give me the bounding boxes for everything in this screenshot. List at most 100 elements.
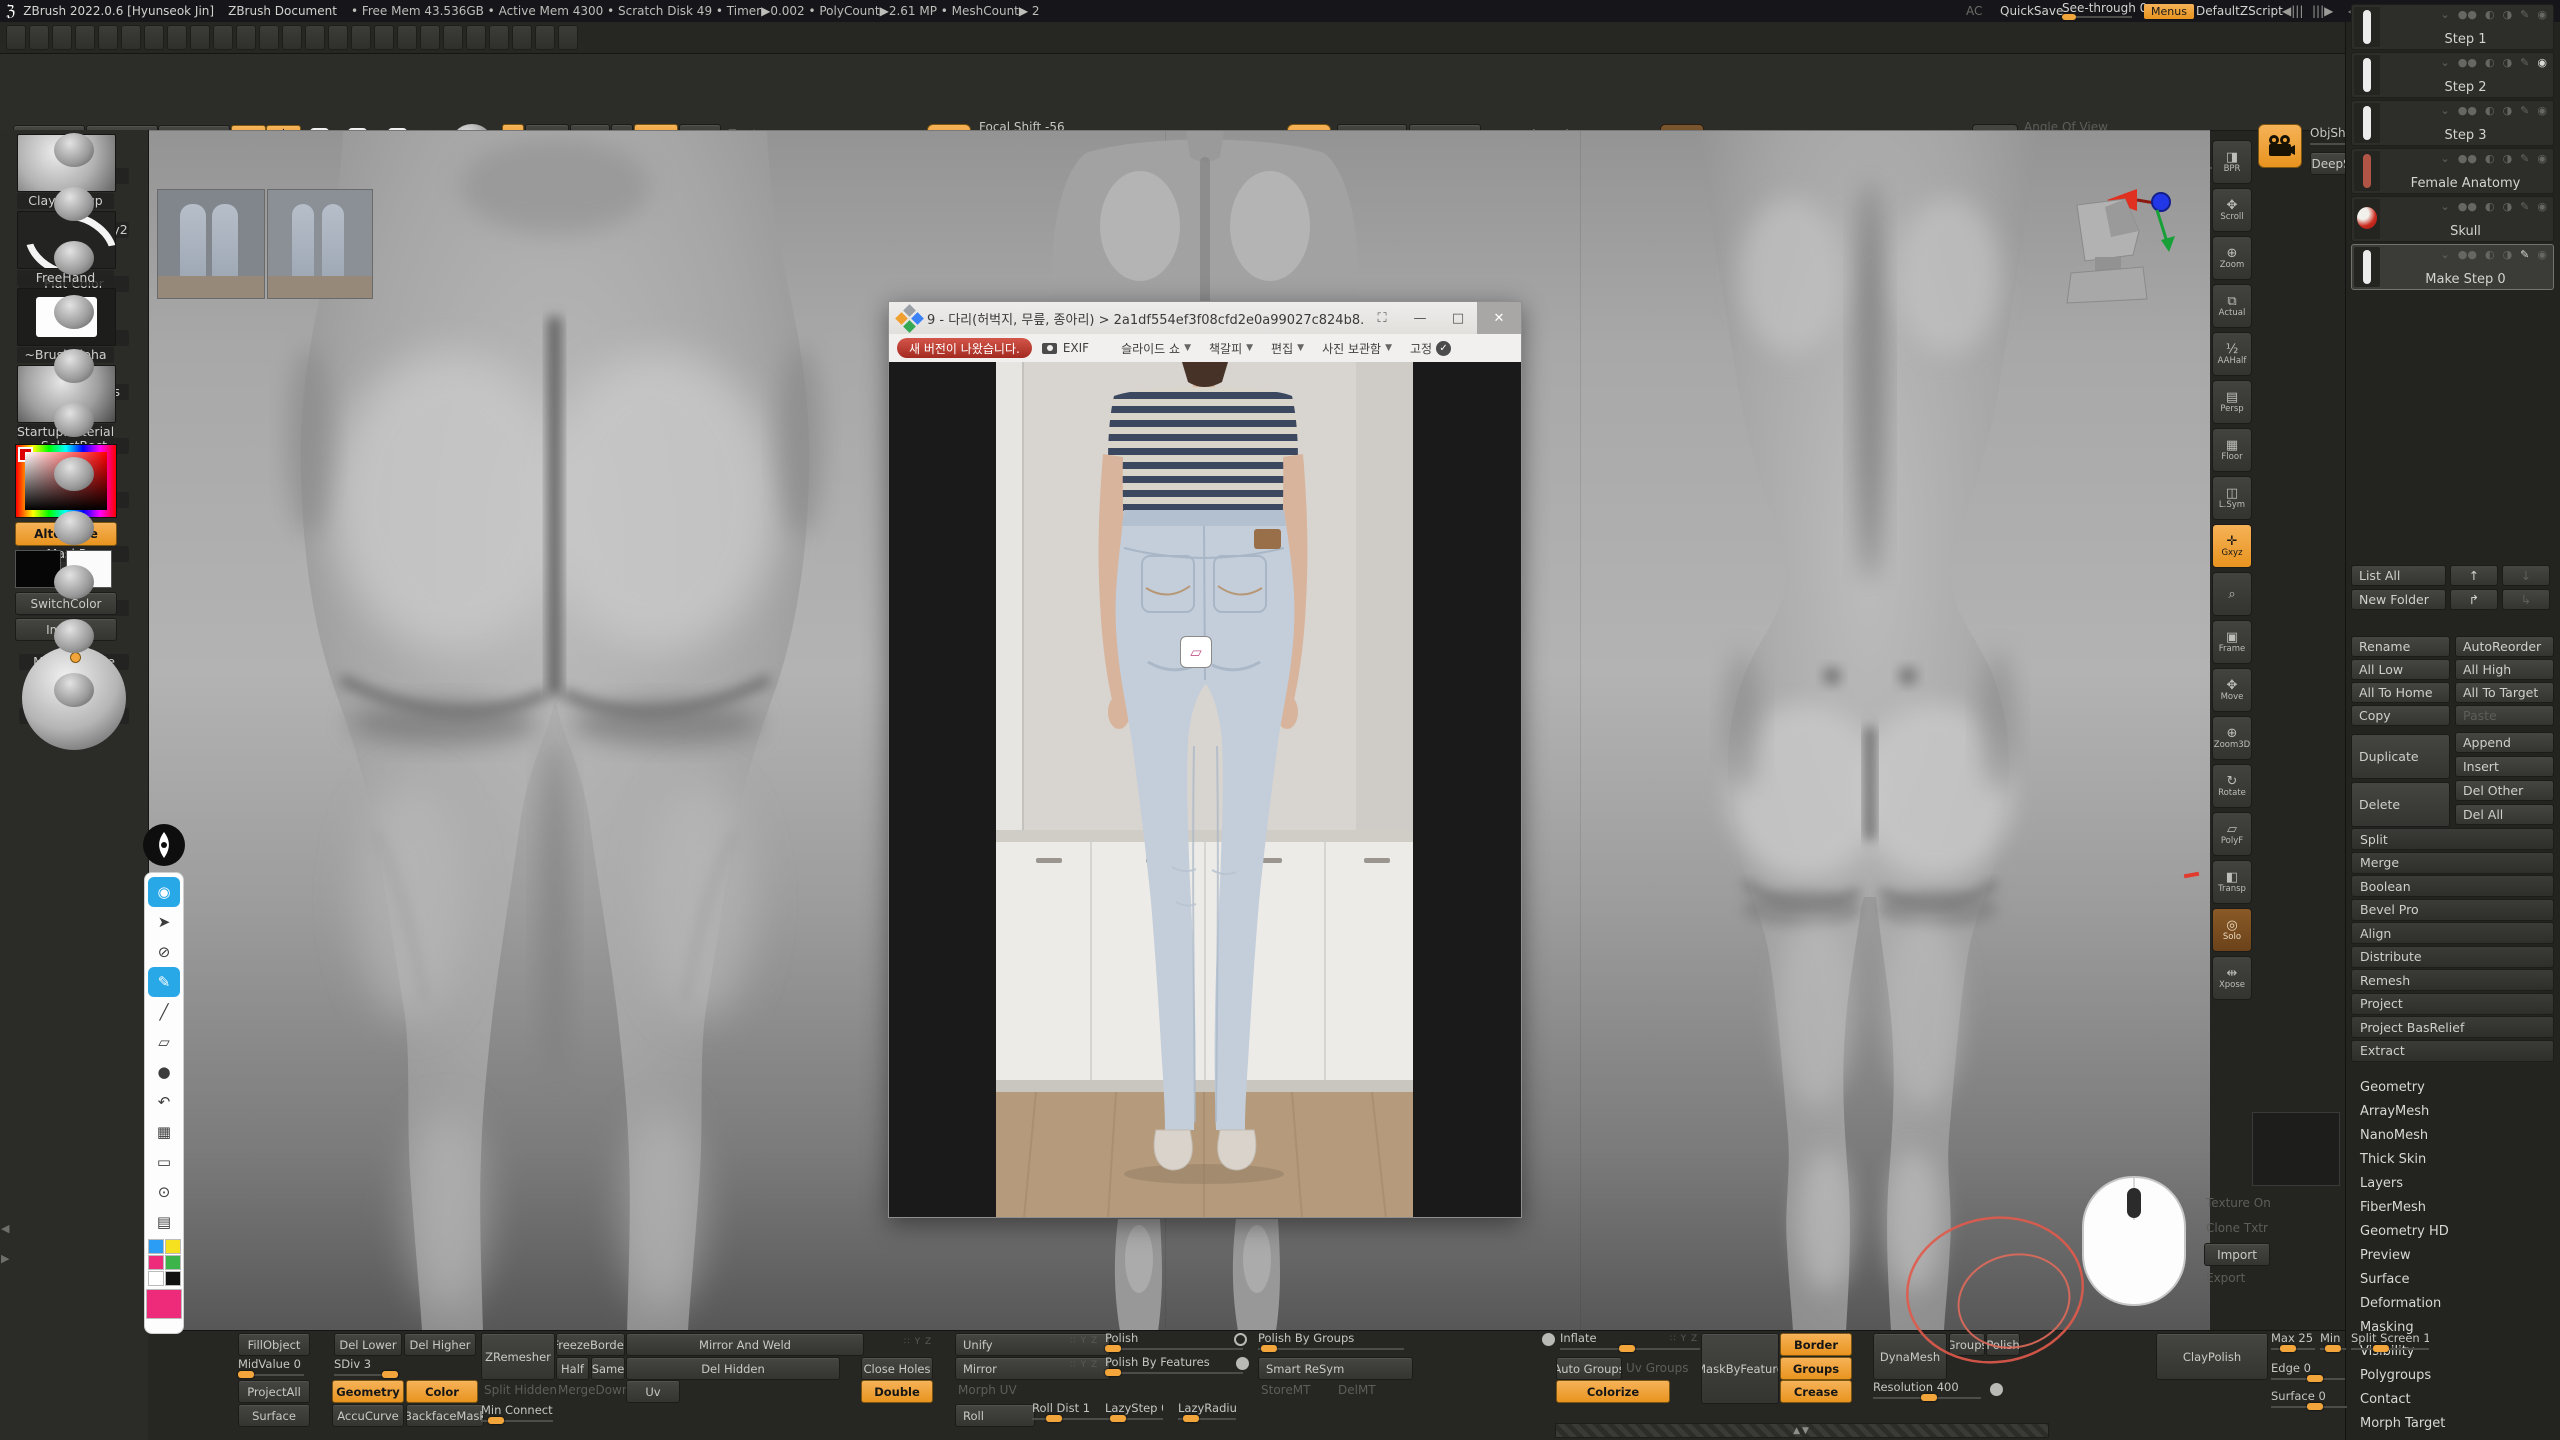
xyz-axis-toggle[interactable]: ∷ Y Z <box>1670 1334 1698 1344</box>
color-swatch[interactable] <box>165 1239 181 1254</box>
store-mt-button[interactable]: StoreMT <box>1261 1383 1310 1397</box>
menu-item[interactable] <box>489 25 509 50</box>
shelf-button[interactable]: ✥ Move <box>2212 668 2252 712</box>
accucurve-button[interactable]: AccuCurve <box>332 1404 404 1427</box>
border-toggle[interactable]: Border <box>1780 1333 1852 1356</box>
viewer-photo-area[interactable] <box>889 362 1521 1217</box>
clone-txtr-button[interactable]: Clone Txtr <box>2206 1221 2268 1235</box>
min-connected-slider[interactable]: Min Connected I <box>481 1403 553 1422</box>
menu-item[interactable] <box>6 25 26 50</box>
close-holes-button[interactable]: Close Holes <box>861 1357 933 1380</box>
menu-item[interactable] <box>558 25 578 50</box>
menu-item[interactable] <box>144 25 164 50</box>
section-button[interactable]: Project BasRelief <box>2351 1016 2554 1038</box>
texture-on-button[interactable]: Texture On <box>2206 1196 2271 1210</box>
annotation-tool-button[interactable]: ⊘ <box>148 937 180 967</box>
halftone-icon[interactable]: ◐ <box>2485 152 2495 165</box>
menu-item[interactable] <box>75 25 95 50</box>
del-hidden-button[interactable]: Del Hidden <box>626 1357 840 1380</box>
menu-item[interactable] <box>420 25 440 50</box>
contrast-icon[interactable]: ◑ <box>2503 152 2513 165</box>
insert-button[interactable]: Insert <box>2455 756 2554 777</box>
palette-header[interactable]: ArrayMesh <box>2360 1104 2429 1119</box>
halftone-icon[interactable]: ◐ <box>2485 200 2495 213</box>
menu-item[interactable] <box>213 25 233 50</box>
menus-button[interactable]: Menus <box>2144 4 2194 19</box>
collapse-right-icon[interactable]: ▶ <box>1 1252 9 1265</box>
paint-icon[interactable]: ✎ <box>2520 152 2529 165</box>
append-button[interactable]: Append <box>2455 732 2554 753</box>
see-through-slider[interactable]: See-through 0 <box>2062 1 2147 18</box>
half-button[interactable]: Half <box>556 1357 589 1380</box>
del-mt-button[interactable]: DelMT <box>1338 1383 1376 1397</box>
annotation-tool-button[interactable]: ● <box>148 1057 180 1087</box>
shelf-button[interactable]: ▱ PolyF <box>2212 812 2252 856</box>
texture-preview[interactable] <box>2252 1112 2340 1186</box>
section-button[interactable]: Split <box>2351 828 2554 850</box>
scrub-left-icon[interactable]: ◀||| <box>2282 4 2303 18</box>
zremesher-button[interactable]: ZRemesher <box>481 1333 555 1380</box>
slideshow-menu[interactable]: 슬라이드 쇼▼ <box>1121 340 1191 357</box>
quicksave-button[interactable]: QuickSave <box>2000 4 2063 18</box>
shelf-button[interactable]: ⧉ Actual <box>2212 284 2252 328</box>
inflate-toggle[interactable] <box>1542 1333 1555 1346</box>
freeze-border-button[interactable]: FreezeBorder <box>556 1333 625 1356</box>
contrast-icon[interactable]: ◑ <box>2503 248 2513 261</box>
image-viewer-window[interactable]: 9 - 다리(허벅지, 무릎, 종아리) > 2a1df554ef3f08cfd… <box>888 301 1522 1218</box>
panel-button[interactable]: All High <box>2455 659 2554 680</box>
lazy-radius-slider[interactable]: LazyRadius 1 <box>1178 1401 1236 1420</box>
menu-item[interactable] <box>190 25 210 50</box>
groups-toggle[interactable]: Groups <box>1780 1357 1852 1380</box>
subtool-row[interactable]: ⌄ ●● ◐ ◑ ✎ ◉ Step 3 <box>2351 100 2554 146</box>
shelf-scrollbar[interactable]: ▲▼ <box>1555 1423 2049 1438</box>
xyz-axis-toggle[interactable]: ∷ Y Z <box>1070 1360 1098 1370</box>
polypaint-icon[interactable]: ●● <box>2458 56 2477 69</box>
new-folder-button[interactable]: New Folder <box>2351 589 2446 610</box>
visibility-eye-icon[interactable]: ◉ <box>2537 200 2547 213</box>
max-slider[interactable]: Max 25 <box>2271 1331 2315 1350</box>
visibility-eye-icon[interactable]: ◉ <box>2537 104 2547 117</box>
shelf-button[interactable]: ▤ Persp <box>2212 380 2252 424</box>
palette-header[interactable]: Preview <box>2360 1248 2411 1263</box>
menu-item[interactable] <box>397 25 417 50</box>
epic-pen-logo-icon[interactable] <box>143 824 185 866</box>
viewer-title-bar[interactable]: 9 - 다리(허벅지, 무릎, 종아리) > 2a1df554ef3f08cfd… <box>889 302 1521 334</box>
section-button[interactable]: Merge <box>2351 852 2554 874</box>
section-button[interactable]: Remesh <box>2351 969 2554 991</box>
edit-menu[interactable]: 편집▼ <box>1271 340 1304 357</box>
shelf-button[interactable]: ◎ Solo <box>2212 908 2252 952</box>
palette-header[interactable]: Contact <box>2360 1392 2411 1407</box>
shelf-button[interactable]: ◨ BPR <box>2212 140 2252 184</box>
shelf-button[interactable]: ✥ Scroll <box>2212 188 2252 232</box>
surface-button[interactable]: Surface <box>238 1404 310 1427</box>
del-all-button[interactable]: Del All <box>2455 804 2554 825</box>
visibility-eye-icon[interactable]: ◉ <box>2537 152 2547 165</box>
shelf-button[interactable]: ✛ Gxyz <box>2212 524 2252 568</box>
annotation-tool-button[interactable]: ◉ <box>148 877 180 907</box>
palette-header[interactable]: Geometry HD <box>2360 1224 2449 1239</box>
annotation-tool-button[interactable]: ✎ <box>148 967 180 997</box>
menu-item[interactable] <box>259 25 279 50</box>
contrast-icon[interactable]: ◑ <box>2503 56 2513 69</box>
palette-header[interactable]: FiberMesh <box>2360 1200 2426 1215</box>
shelf-button[interactable]: ⇹ Xpose <box>2212 956 2252 1000</box>
color-swatch[interactable] <box>148 1255 164 1270</box>
move-out-button[interactable]: ↱ <box>2450 589 2498 610</box>
menu-item[interactable] <box>98 25 118 50</box>
menu-item[interactable] <box>443 25 463 50</box>
lazy-step-slider[interactable]: LazyStep 0.1 <box>1105 1401 1163 1420</box>
polish-by-groups-slider[interactable]: Polish By Groups <box>1258 1331 1404 1350</box>
mirror-and-weld-button[interactable]: Mirror And Weld <box>626 1333 864 1356</box>
visibility-eye-icon[interactable]: ◉ <box>2537 56 2547 69</box>
min-slider[interactable]: Min <box>2320 1331 2346 1350</box>
panel-button[interactable]: All To Home <box>2351 682 2450 703</box>
del-higher-button[interactable]: Del Higher <box>404 1333 476 1356</box>
shelf-button[interactable]: ◧ Transp <box>2212 860 2252 904</box>
reference-thumbnail[interactable] <box>267 189 373 299</box>
color-swatch[interactable] <box>165 1255 181 1270</box>
polypaint-icon[interactable]: ●● <box>2458 8 2477 21</box>
move-in-button[interactable]: ↳ <box>2502 589 2550 610</box>
double-toggle[interactable]: Double <box>861 1380 933 1403</box>
smart-resym-button[interactable]: Smart ReSym <box>1258 1357 1413 1380</box>
uv-button[interactable]: Uv <box>626 1380 680 1403</box>
